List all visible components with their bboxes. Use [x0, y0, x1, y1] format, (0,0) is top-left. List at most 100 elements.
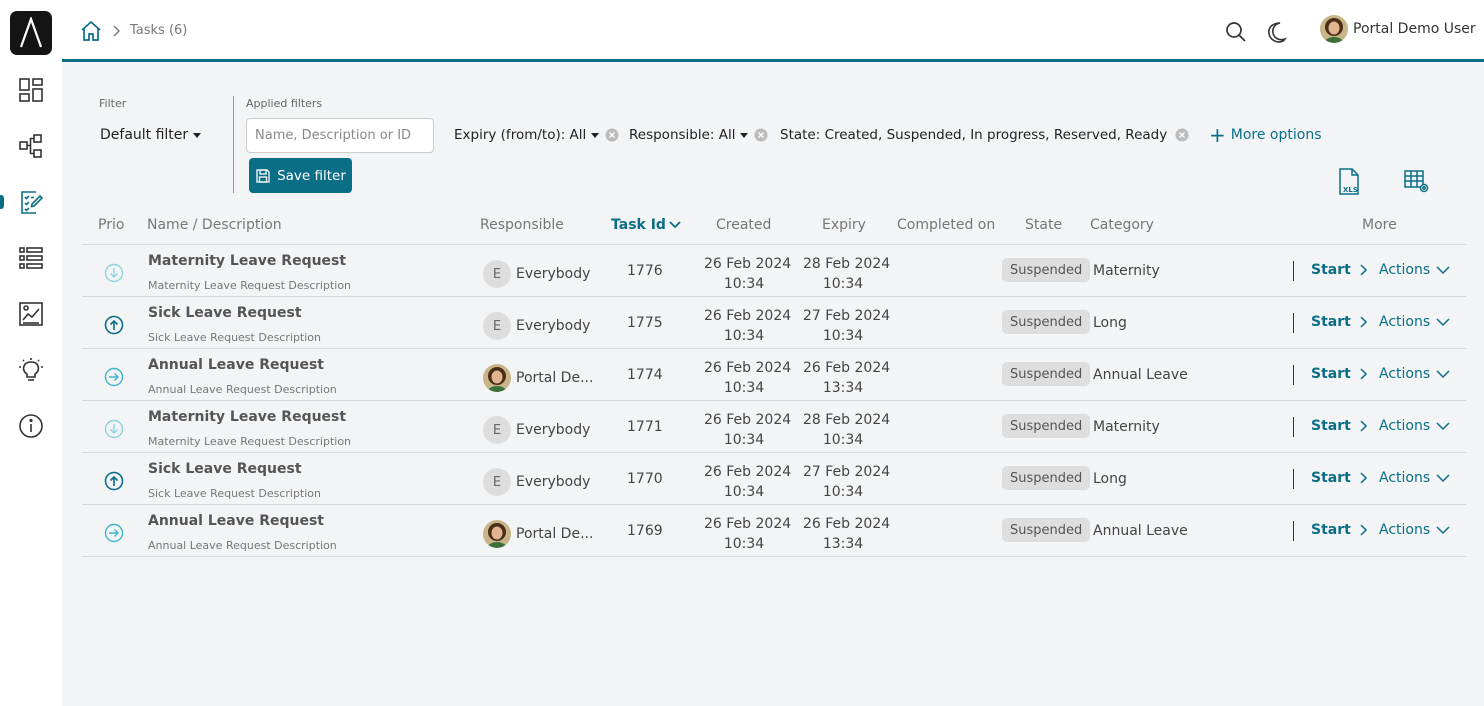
- task-name[interactable]: Annual Leave Request: [148, 357, 324, 373]
- task-name[interactable]: Sick Leave Request: [148, 305, 302, 321]
- sidebar-item-cases[interactable]: [0, 238, 62, 278]
- idea-icon: [19, 358, 43, 381]
- column-expiry[interactable]: Expiry: [822, 217, 866, 233]
- expiry-time: 10:34: [822, 276, 864, 292]
- moon-icon[interactable]: [1266, 21, 1288, 43]
- caret-down-icon: [193, 132, 202, 138]
- start-button[interactable]: Start: [1311, 522, 1368, 538]
- divider: [1293, 521, 1294, 541]
- task-expiry: 27 Feb 2024 10:34: [803, 306, 890, 346]
- sidebar-item-ideas[interactable]: [0, 350, 62, 390]
- expiry-date: 26 Feb 2024: [803, 360, 891, 376]
- filter-dropdown[interactable]: Default filter: [100, 127, 202, 143]
- status-badge: Suspended: [1002, 310, 1091, 334]
- table-row[interactable]: Maternity Leave Request Maternity Leave R…: [82, 245, 1466, 297]
- actions-dropdown[interactable]: Actions: [1379, 262, 1450, 278]
- search-input[interactable]: [246, 118, 434, 153]
- sidebar-item-statistics[interactable]: [0, 294, 62, 334]
- table-row[interactable]: Maternity Leave Request Maternity Leave R…: [82, 401, 1466, 453]
- task-name[interactable]: Annual Leave Request: [148, 513, 324, 529]
- more-options-button[interactable]: + More options: [1209, 125, 1322, 145]
- task-description: Annual Leave Request Description: [148, 539, 337, 552]
- start-button[interactable]: Start: [1311, 418, 1368, 434]
- sidebar-item-tasks[interactable]: [0, 182, 62, 222]
- app-logo[interactable]: [10, 11, 52, 55]
- column-completed[interactable]: Completed on: [897, 217, 995, 233]
- column-category[interactable]: Category: [1090, 217, 1154, 233]
- avatar: [1320, 15, 1348, 43]
- actions-dropdown[interactable]: Actions: [1379, 522, 1450, 538]
- start-label: Start: [1311, 262, 1351, 278]
- task-name[interactable]: Maternity Leave Request: [148, 253, 346, 269]
- responsible-filter-chip[interactable]: Responsible: All: [629, 127, 768, 143]
- clear-icon[interactable]: [605, 128, 619, 142]
- column-created[interactable]: Created: [716, 217, 771, 233]
- task-description: Maternity Leave Request Description: [148, 435, 352, 448]
- created-date: 26 Feb 2024: [704, 360, 792, 376]
- xls-export-icon[interactable]: XLS: [1336, 168, 1362, 196]
- task-name[interactable]: Sick Leave Request: [148, 461, 302, 477]
- start-button[interactable]: Start: [1311, 314, 1368, 330]
- created-time: 10:34: [723, 328, 765, 344]
- start-label: Start: [1311, 314, 1351, 330]
- save-filter-button[interactable]: Save filter: [249, 158, 352, 193]
- table-row[interactable]: Annual Leave Request Annual Leave Request…: [82, 349, 1466, 401]
- applied-filters-label: Applied filters: [246, 97, 323, 110]
- statistics-icon: [19, 302, 43, 326]
- chevron-right-icon: [1360, 472, 1367, 484]
- task-expiry: 26 Feb 2024 13:34: [803, 514, 890, 554]
- chevron-right-icon: [1360, 368, 1367, 380]
- status-badge: Suspended: [1002, 362, 1091, 386]
- column-state[interactable]: State: [1025, 217, 1062, 233]
- sidebar-item-info[interactable]: [0, 406, 62, 446]
- responsible-name: Everybody: [516, 474, 591, 490]
- clear-icon[interactable]: [1175, 128, 1189, 142]
- expiry-date: 27 Feb 2024: [803, 464, 891, 480]
- start-label: Start: [1311, 470, 1351, 486]
- column-responsible[interactable]: Responsible: [480, 217, 564, 233]
- actions-dropdown[interactable]: Actions: [1379, 470, 1450, 486]
- divider: [1293, 469, 1294, 489]
- divider: [1293, 365, 1294, 385]
- expiry-time: 10:34: [822, 328, 864, 344]
- clear-icon[interactable]: [754, 128, 768, 142]
- table-settings-icon[interactable]: [1404, 170, 1430, 194]
- expiry-filter-chip[interactable]: Expiry (from/to): All: [454, 127, 619, 143]
- chevron-right-icon: [113, 25, 120, 37]
- start-button[interactable]: Start: [1311, 262, 1368, 278]
- sidebar-item-dashboard[interactable]: [0, 70, 62, 110]
- actions-dropdown[interactable]: Actions: [1379, 314, 1450, 330]
- actions-label: Actions: [1379, 366, 1431, 382]
- start-button[interactable]: Start: [1311, 366, 1368, 382]
- table-row[interactable]: Sick Leave Request Sick Leave Request Des…: [82, 297, 1466, 349]
- start-label: Start: [1311, 522, 1351, 538]
- state-filter-label: State: Created, Suspended, In progress, …: [780, 127, 1169, 143]
- actions-dropdown[interactable]: Actions: [1379, 366, 1450, 382]
- start-button[interactable]: Start: [1311, 470, 1368, 486]
- status-badge: Suspended: [1002, 518, 1091, 542]
- info-icon: [19, 414, 43, 438]
- column-name[interactable]: Name / Description: [147, 217, 282, 233]
- task-category: Long: [1093, 315, 1127, 331]
- avatar: [483, 364, 511, 392]
- task-id: 1771: [627, 419, 663, 435]
- search-icon[interactable]: [1225, 21, 1247, 43]
- home-icon[interactable]: [80, 20, 102, 42]
- task-name[interactable]: Maternity Leave Request: [148, 409, 346, 425]
- task-id: 1774: [627, 367, 663, 383]
- priority-low-icon: [104, 263, 124, 283]
- table-row[interactable]: Sick Leave Request Sick Leave Request Des…: [82, 453, 1466, 505]
- state-filter-chip[interactable]: State: Created, Suspended, In progress, …: [780, 127, 1189, 143]
- user-menu[interactable]: Portal Demo User: [1320, 15, 1476, 43]
- svg-text:XLS: XLS: [1343, 186, 1358, 194]
- status-badge: Suspended: [1002, 466, 1091, 490]
- task-description: Sick Leave Request Description: [148, 331, 321, 344]
- column-task-id[interactable]: Task Id: [611, 217, 681, 233]
- status-badge: Suspended: [1002, 258, 1091, 282]
- created-date: 26 Feb 2024: [704, 464, 792, 480]
- actions-dropdown[interactable]: Actions: [1379, 418, 1450, 434]
- column-prio[interactable]: Prio: [98, 217, 124, 233]
- expiry-date: 28 Feb 2024: [803, 256, 891, 272]
- table-row[interactable]: Annual Leave Request Annual Leave Request…: [82, 505, 1466, 557]
- sidebar-item-processes[interactable]: [0, 126, 62, 166]
